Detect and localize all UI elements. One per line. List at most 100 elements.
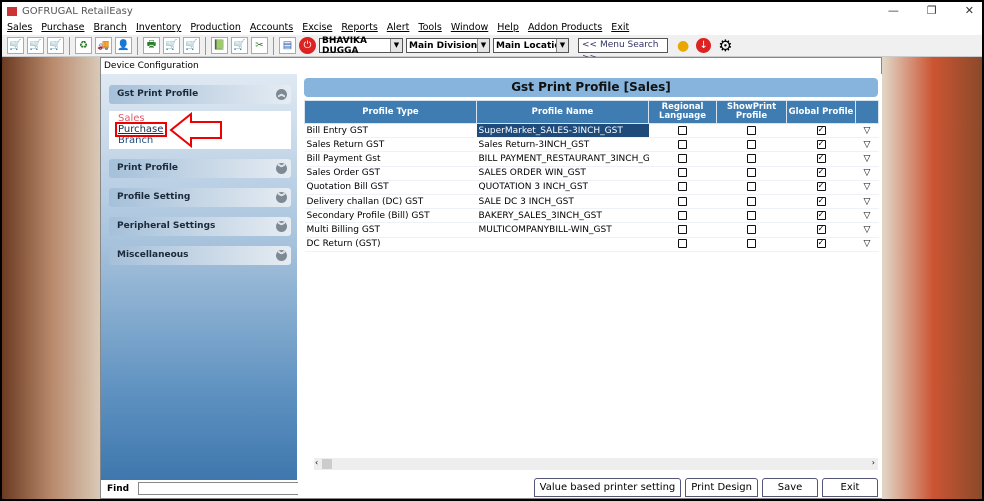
global-profile-checkbox[interactable]: ✓	[816, 139, 826, 149]
menu-alert[interactable]: Alert	[387, 22, 410, 33]
toolbar-inventory-icon[interactable]: ♻	[75, 37, 92, 54]
filter-icon[interactable]: ▽	[855, 123, 879, 139]
profile-name-cell[interactable]: SuperMarket_SALES-3INCH_GST	[476, 123, 649, 139]
menu-tools[interactable]: Tools	[418, 22, 441, 33]
menu-inventory[interactable]: Inventory	[136, 22, 181, 33]
save-button[interactable]: Save	[762, 478, 818, 497]
table-row[interactable]: Sales Order GST SALES ORDER WIN_GST ✓ ▽	[304, 166, 879, 181]
filter-icon[interactable]: ▽	[855, 194, 879, 210]
profile-name-cell[interactable]	[476, 237, 649, 252]
filter-icon[interactable]: ▽	[855, 151, 879, 167]
toolbar-cart-icon[interactable]: 🛒	[7, 37, 24, 54]
horizontal-scrollbar[interactable]: ‹ ›	[314, 458, 878, 470]
showprint-profile-checkbox[interactable]	[747, 182, 756, 192]
global-profile-checkbox[interactable]: ✓	[816, 239, 826, 249]
table-row[interactable]: Secondary Profile (Bill) GST BAKERY_SALE…	[304, 208, 879, 224]
toolbar-book-icon[interactable]: 📗	[211, 37, 228, 54]
menu-help[interactable]: Help	[497, 22, 519, 33]
regional-language-checkbox[interactable]	[678, 153, 687, 163]
find-input[interactable]	[138, 482, 303, 495]
toolbar-delivery-icon[interactable]: 🚚	[95, 37, 112, 54]
menu-search-input[interactable]: << Menu Search >>	[578, 38, 668, 63]
toolbar-tools-icon[interactable]: ✂	[251, 37, 268, 54]
filter-icon[interactable]: ▽	[855, 222, 879, 238]
showprint-profile-checkbox[interactable]	[747, 125, 756, 135]
menu-excise[interactable]: Excise	[302, 22, 332, 33]
regional-language-checkbox[interactable]	[678, 168, 687, 178]
global-profile-checkbox[interactable]: ✓	[816, 210, 826, 220]
menu-window[interactable]: Window	[451, 22, 488, 33]
filter-icon[interactable]: ▽	[855, 137, 879, 153]
power-icon[interactable]: ⏻	[299, 37, 316, 54]
chevron-down-icon[interactable]: ︾	[276, 250, 287, 261]
toolbar-report-icon[interactable]: ▤	[279, 37, 296, 54]
section-peripheral-settings[interactable]: Peripheral Settings ︾	[109, 217, 291, 236]
user-select[interactable]: BHAVIKA DUGGA ▼	[319, 36, 403, 56]
restore-button[interactable]: ❐	[927, 4, 937, 17]
chevron-up-icon[interactable]: ︽	[276, 89, 287, 100]
section-gst-print-profile[interactable]: Gst Print Profile ︽	[109, 85, 291, 104]
exit-button[interactable]: Exit	[822, 478, 878, 497]
toolbar-cart-return-icon[interactable]: 🛒	[47, 37, 64, 54]
regional-language-checkbox[interactable]	[678, 210, 687, 220]
profile-name-cell[interactable]: SALES ORDER WIN_GST	[476, 166, 649, 181]
toolbar-cart-icon[interactable]: 🛒	[163, 37, 180, 54]
toolbar-cart-icon[interactable]: 🛒	[27, 37, 44, 54]
section-miscellaneous[interactable]: Miscellaneous ︾	[109, 246, 291, 265]
regional-language-checkbox[interactable]	[678, 182, 687, 192]
menu-production[interactable]: Production	[190, 22, 241, 33]
regional-language-checkbox[interactable]	[678, 239, 687, 249]
menu-addon-products[interactable]: Addon Products	[528, 22, 602, 33]
chevron-down-icon[interactable]: ︾	[276, 163, 287, 174]
menu-branch[interactable]: Branch	[93, 22, 127, 33]
profile-name-cell[interactable]: Sales Return-3INCH_GST	[476, 137, 649, 153]
location-select[interactable]: Main Location ▼	[493, 38, 569, 53]
section-print-profile[interactable]: Print Profile ︾	[109, 159, 291, 178]
profile-name-cell[interactable]: SALE DC 3 INCH_GST	[476, 194, 649, 210]
table-row[interactable]: Multi Billing GST MULTICOMPANYBILL-WIN_G…	[304, 222, 879, 238]
menu-exit[interactable]: Exit	[611, 22, 629, 33]
showprint-profile-checkbox[interactable]	[747, 168, 756, 178]
regional-language-checkbox[interactable]	[678, 224, 687, 234]
filter-icon[interactable]: ▽	[855, 237, 879, 252]
showprint-profile-checkbox[interactable]	[747, 239, 756, 249]
division-select[interactable]: Main Division ▼	[406, 38, 490, 53]
chevron-down-icon[interactable]: ︾	[276, 221, 287, 232]
showprint-profile-checkbox[interactable]	[747, 210, 756, 220]
profile-name-cell[interactable]: BAKERY_SALES_3INCH_GST	[476, 208, 649, 224]
chat-icon[interactable]: ●	[677, 38, 689, 54]
table-row[interactable]: Sales Return GST Sales Return-3INCH_GST …	[304, 137, 879, 153]
toolbar-user-icon[interactable]: 👤	[115, 37, 132, 54]
regional-language-checkbox[interactable]	[678, 196, 687, 206]
menu-accounts[interactable]: Accounts	[250, 22, 293, 33]
download-icon[interactable]: ↓	[696, 38, 712, 53]
showprint-profile-checkbox[interactable]	[747, 224, 756, 234]
showprint-profile-checkbox[interactable]	[747, 139, 756, 149]
regional-language-checkbox[interactable]	[678, 125, 687, 135]
profile-name-cell[interactable]: MULTICOMPANYBILL-WIN_GST	[476, 222, 649, 238]
sub-item-purchase[interactable]: Purchase	[115, 122, 167, 137]
global-profile-checkbox[interactable]: ✓	[816, 182, 826, 192]
toolbar-cart-icon[interactable]: 🛒	[231, 37, 248, 54]
table-row[interactable]: Bill Payment Gst BILL PAYMENT_RESTAURANT…	[304, 151, 879, 167]
table-row[interactable]: Delivery challan (DC) GST SALE DC 3 INCH…	[304, 194, 879, 210]
global-profile-checkbox[interactable]: ✓	[816, 168, 826, 178]
print-design-button[interactable]: Print Design	[685, 478, 758, 497]
value-based-printer-setting-button[interactable]: Value based printer setting	[533, 478, 682, 497]
regional-language-checkbox[interactable]	[678, 139, 687, 149]
showprint-profile-checkbox[interactable]	[747, 153, 756, 163]
menu-sales[interactable]: Sales	[7, 22, 32, 33]
menu-reports[interactable]: Reports	[341, 22, 377, 33]
toolbar-print-icon[interactable]: 🖶	[143, 37, 160, 54]
table-row[interactable]: DC Return (GST) ✓ ▽	[304, 237, 879, 252]
minimize-button[interactable]: —	[888, 4, 899, 17]
toolbar-cart-icon[interactable]: 🛒	[183, 37, 200, 54]
global-profile-checkbox[interactable]: ✓	[816, 196, 826, 206]
global-profile-checkbox[interactable]: ✓	[816, 224, 826, 234]
section-profile-setting[interactable]: Profile Setting ︾	[109, 188, 291, 207]
global-profile-checkbox[interactable]: ✓	[816, 153, 826, 163]
showprint-profile-checkbox[interactable]	[747, 196, 756, 206]
table-row[interactable]: Bill Entry GST SuperMarket_SALES-3INCH_G…	[304, 123, 879, 139]
global-profile-checkbox[interactable]: ✓	[816, 125, 826, 135]
settings-gear-icon[interactable]: ⚙	[718, 36, 732, 55]
